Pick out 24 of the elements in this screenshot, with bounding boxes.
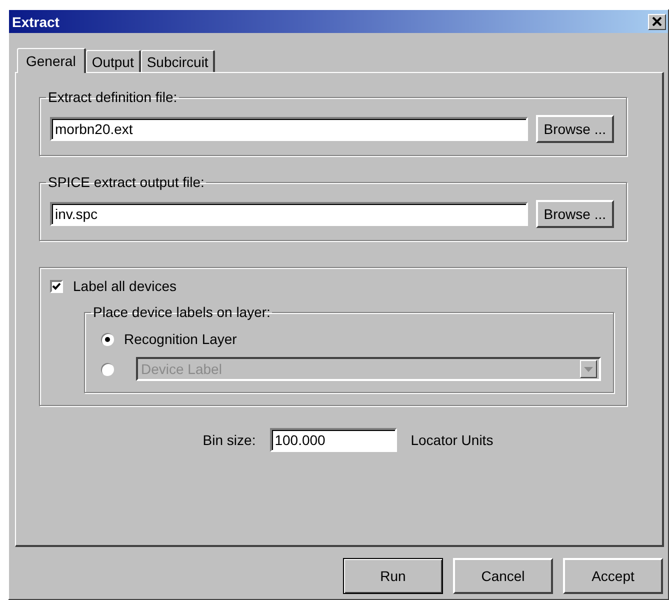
tab[interactable]: Output <box>86 50 141 72</box>
group-label: Place device labels on layer: <box>92 304 272 320</box>
radio-label: Recognition Layer <box>124 331 237 347</box>
group-label: Extract definition file: <box>47 89 178 105</box>
group-label: SPICE extract output file: <box>47 174 206 190</box>
radio-button[interactable] <box>101 332 114 346</box>
close-icon <box>652 17 662 26</box>
bin-size-label: Bin size: <box>202 432 256 448</box>
browse-button[interactable]: Browse ... <box>536 115 614 143</box>
input-field[interactable]: inv.spc <box>50 202 528 226</box>
checkbox-label: Label all devices <box>73 278 177 294</box>
input-field[interactable]: morbn20.ext <box>50 117 528 141</box>
input-field[interactable]: 100.000 <box>270 428 397 452</box>
dialog-button[interactable]: Run <box>343 558 443 594</box>
window-title: Extract <box>12 14 60 30</box>
browse-button[interactable]: Browse ... <box>536 200 614 228</box>
tab[interactable]: General <box>17 48 86 73</box>
dialog-button[interactable]: Accept <box>563 558 663 594</box>
units-label: Locator Units <box>410 432 494 448</box>
checkbox[interactable] <box>50 280 63 292</box>
dialog-button[interactable]: Cancel <box>453 558 553 594</box>
close-button[interactable] <box>648 14 666 30</box>
checkmark-icon <box>52 282 61 290</box>
tab[interactable]: Subcircuit <box>140 50 216 72</box>
